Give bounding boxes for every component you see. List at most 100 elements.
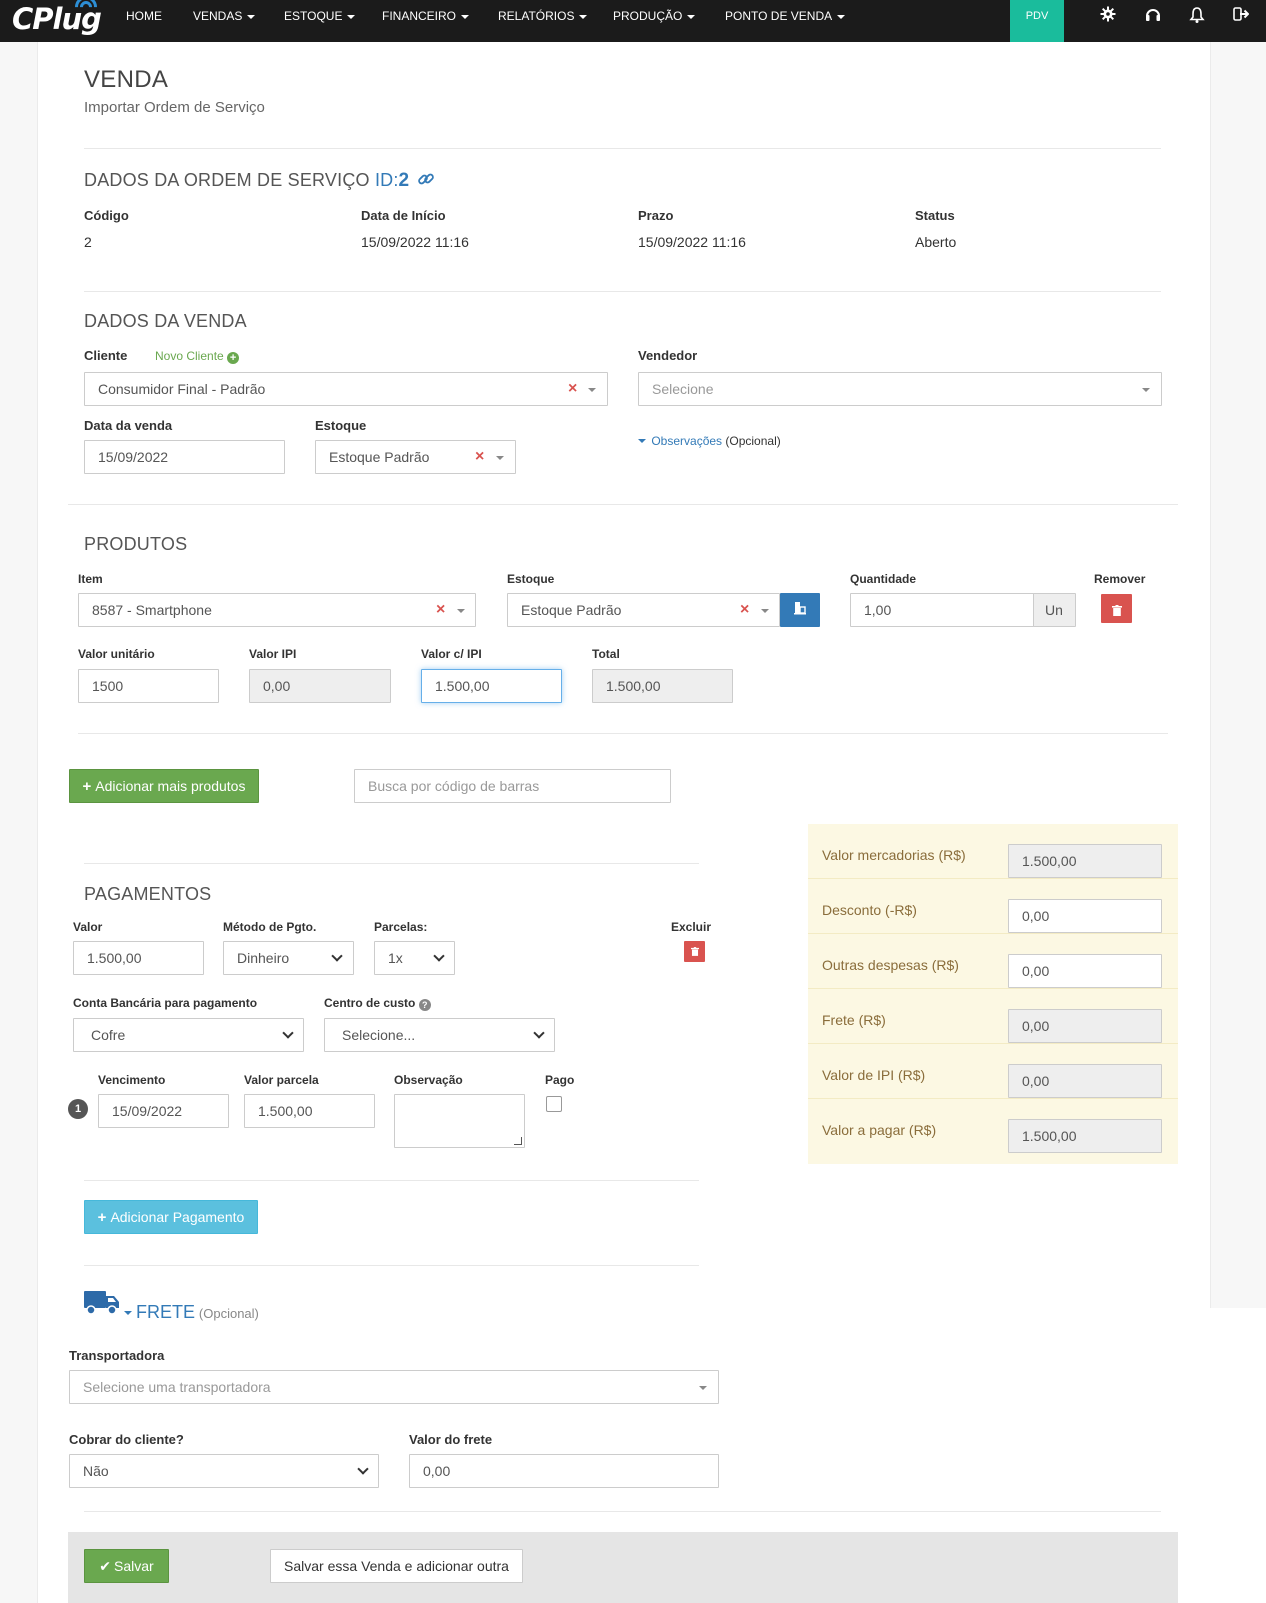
stock-lookup-button[interactable] <box>780 593 820 627</box>
venda-heading: DADOS DA VENDA <box>84 311 247 331</box>
add-products-button[interactable]: + Adicionar mais produtos <box>69 769 259 803</box>
chevron-down-icon <box>357 1463 369 1475</box>
conta-select[interactable]: Cofre <box>73 1018 304 1052</box>
pagamento-valor-label: Valor <box>73 920 103 934</box>
total-row: Outras despesas (R$) 0,00 <box>808 934 1178 989</box>
clear-icon[interactable]: × <box>475 441 484 473</box>
caret-down-icon <box>588 388 596 392</box>
observacao-textarea[interactable] <box>394 1094 525 1148</box>
valor-ipi-total-input: 0,00 <box>1008 1064 1162 1098</box>
chevron-down-icon <box>282 1027 294 1039</box>
os-status-label: Status <box>915 208 955 223</box>
transportadora-select[interactable]: Selecione uma transportadora <box>69 1370 719 1404</box>
pagamento-valor-input[interactable]: 1.500,00 <box>73 941 204 975</box>
valor-frete-input[interactable]: 0,00 <box>409 1454 719 1488</box>
valor-ipi-label: Valor IPI <box>249 647 297 661</box>
bell-icon[interactable] <box>1189 6 1209 26</box>
caret-down-icon <box>496 456 504 460</box>
plus-icon: + <box>82 778 92 795</box>
page-title: VENDA <box>84 66 169 93</box>
add-payment-button[interactable]: + Adicionar Pagamento <box>84 1200 258 1234</box>
centro-custo-select[interactable]: Selecione... <box>324 1018 555 1052</box>
caret-down-icon <box>347 14 356 19</box>
valor-unitario-input[interactable]: 1500 <box>78 669 219 703</box>
divider <box>68 504 1178 505</box>
nav-relatorios[interactable]: RELATÓRIOS <box>498 0 588 42</box>
total-row-label: Desconto (-R$) <box>822 902 917 918</box>
total-row-label: Outras despesas (R$) <box>822 957 959 973</box>
valor-com-ipi-label: Valor c/ IPI <box>421 647 482 661</box>
valor-parcela-input[interactable]: 1.500,00 <box>244 1094 375 1128</box>
valor-com-ipi-input[interactable]: 1.500,00 <box>421 669 562 703</box>
transportadora-label: Transportadora <box>69 1348 165 1363</box>
observacoes-toggle[interactable]: Observações (Opcional) <box>638 434 781 448</box>
frete-toggle[interactable]: FRETE (Opcional) <box>124 1302 259 1323</box>
nav-estoque[interactable]: ESTOQUE <box>284 0 356 42</box>
quantidade-input[interactable]: 1,00 <box>850 593 1034 627</box>
total-row: Valor mercadorias (R$) 1.500,00 <box>808 824 1178 879</box>
help-icon[interactable]: ? <box>418 999 431 1011</box>
logo[interactable]: CPlug <box>8 0 103 40</box>
clear-icon[interactable]: × <box>740 594 749 626</box>
logout-icon[interactable] <box>1233 6 1253 26</box>
form-footer <box>68 1532 1178 1603</box>
clear-icon[interactable]: × <box>436 594 445 626</box>
vencimento-label: Vencimento <box>98 1073 166 1087</box>
caret-down-icon <box>837 14 846 19</box>
pago-label: Pago <box>545 1073 575 1087</box>
metodo-label: Método de Pgto. <box>223 920 317 934</box>
pdv-button[interactable]: PDV <box>1010 0 1064 42</box>
clear-icon[interactable]: × <box>568 373 577 405</box>
novo-cliente-link[interactable]: Novo Cliente + <box>155 349 240 364</box>
parcelas-label: Parcelas: <box>374 920 428 934</box>
nav-financeiro[interactable]: FINANCEIRO <box>382 0 470 42</box>
divider <box>84 1511 1161 1512</box>
conta-label: Conta Bancária para pagamento <box>73 996 258 1010</box>
valor-ipi-input: 0,00 <box>249 669 391 703</box>
plus-circle-icon: + <box>227 352 240 364</box>
nav-vendas[interactable]: VENDAS <box>193 0 256 42</box>
nav-home[interactable]: HOME <box>126 0 162 42</box>
total-row: Valor de IPI (R$) 0,00 <box>808 1044 1178 1099</box>
metodo-select[interactable]: Dinheiro <box>223 941 354 975</box>
item-label: Item <box>78 572 103 586</box>
top-navbar: CPlug HOME VENDAS ESTOQUE FINANCEIRO REL… <box>0 0 1266 42</box>
delete-payment-button[interactable] <box>684 941 705 962</box>
save-button[interactable]: ✔ Salvar <box>84 1549 169 1583</box>
barcode-search-input[interactable]: Busca por código de barras <box>354 769 671 803</box>
truck-icon <box>84 1289 119 1317</box>
data-venda-input[interactable]: 15/09/2022 <box>84 440 285 474</box>
gear-icon[interactable] <box>1100 6 1120 26</box>
cliente-select[interactable]: Consumidor Final - Padrão × <box>84 372 608 406</box>
produto-estoque-select[interactable]: Estoque Padrão × <box>507 593 780 627</box>
os-prazo-label: Prazo <box>638 208 674 223</box>
vencimento-input[interactable]: 15/09/2022 <box>98 1094 229 1128</box>
nav-producao[interactable]: PRODUÇÃO <box>613 0 696 42</box>
total-row: Frete (R$) 0,00 <box>808 989 1178 1044</box>
outras-despesas-input[interactable]: 0,00 <box>1008 954 1162 988</box>
plus-icon: + <box>97 1209 107 1226</box>
caret-down-icon <box>124 1311 132 1315</box>
valor-unitario-label: Valor unitário <box>78 647 155 661</box>
headset-icon[interactable] <box>1144 6 1164 26</box>
observacao-label: Observação <box>394 1073 463 1087</box>
save-and-add-button[interactable]: Salvar essa Venda e adicionar outra <box>270 1549 523 1583</box>
vendedor-select[interactable]: Selecione <box>638 372 1162 406</box>
remove-product-button[interactable] <box>1101 594 1132 623</box>
caret-down-icon <box>579 14 588 19</box>
desconto-input[interactable]: 0,00 <box>1008 899 1162 933</box>
total-row-label: Valor mercadorias (R$) <box>822 847 966 863</box>
caret-down-icon <box>1142 388 1150 392</box>
resize-handle-icon[interactable] <box>514 1137 522 1145</box>
parcelas-select[interactable]: 1x <box>374 941 455 975</box>
estoque-select[interactable]: Estoque Padrão × <box>315 440 516 474</box>
valor-frete-label: Valor do frete <box>409 1432 493 1447</box>
item-select[interactable]: 8587 - Smartphone × <box>78 593 476 627</box>
produto-estoque-label: Estoque <box>507 572 555 586</box>
os-status-value: Aberto <box>915 234 957 250</box>
total-input: 1.500,00 <box>592 669 733 703</box>
nav-ponto-de-venda[interactable]: PONTO DE VENDA <box>725 0 846 42</box>
link-icon[interactable] <box>417 170 435 193</box>
pago-checkbox[interactable] <box>546 1096 562 1112</box>
cobrar-select[interactable]: Não <box>69 1454 379 1488</box>
